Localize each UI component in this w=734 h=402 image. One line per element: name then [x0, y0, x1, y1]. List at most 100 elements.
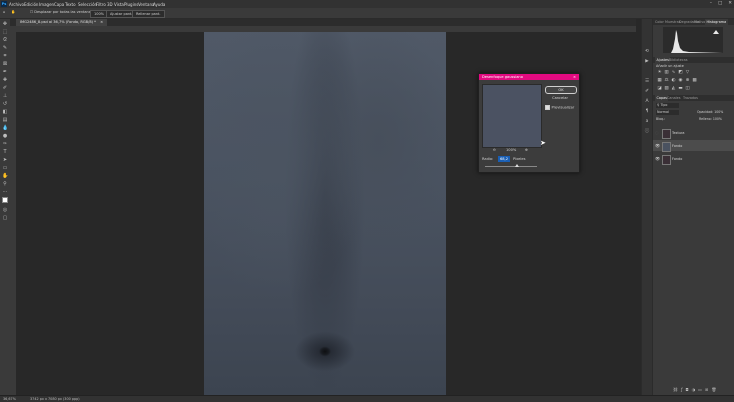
- menu-3d[interactable]: 3D: [107, 2, 113, 7]
- menu-texto[interactable]: Texto: [65, 2, 76, 7]
- actions-panel-icon[interactable]: ▶: [644, 59, 650, 65]
- hand-tool-icon[interactable]: ✋: [2, 173, 8, 179]
- menu-filtro[interactable]: Filtro: [96, 2, 106, 7]
- radius-slider-thumb[interactable]: [515, 164, 520, 167]
- photo-filter-icon[interactable]: ◉: [678, 78, 683, 83]
- cancel-button[interactable]: Cancelar: [545, 95, 575, 101]
- exposure-icon[interactable]: ◩: [678, 70, 683, 75]
- tab-canales[interactable]: Canales: [667, 95, 680, 101]
- paragraph-panel-icon[interactable]: ¶: [644, 109, 650, 115]
- close-window-icon[interactable]: ✕: [728, 1, 732, 7]
- menu-ventana[interactable]: Ventana: [138, 2, 154, 7]
- tab-color[interactable]: Color: [655, 19, 664, 25]
- character-panel-icon[interactable]: A: [644, 99, 650, 105]
- crop-tool-icon[interactable]: ⌗: [2, 53, 8, 59]
- color-lookup-icon[interactable]: ▩: [692, 78, 697, 83]
- menu-vista[interactable]: Vista: [114, 2, 124, 7]
- scroll-all-windows-checkbox[interactable]: ☐ Desplazar por todas las ventanas: [30, 10, 93, 14]
- group-icon[interactable]: ▭: [698, 387, 705, 392]
- gradient-map-icon[interactable]: ▬: [678, 86, 683, 91]
- hand-tool-icon[interactable]: ✋: [11, 10, 15, 14]
- zoom-tool-icon[interactable]: ⚲: [2, 181, 8, 187]
- maximize-icon[interactable]: □: [718, 1, 722, 7]
- marquee-tool-icon[interactable]: ⬚: [2, 29, 8, 35]
- layer-row[interactable]: 👁 Fondo: [653, 153, 734, 165]
- layer-filter-select[interactable]: ⚲ Tipo: [656, 103, 679, 108]
- type-tool-icon[interactable]: T: [2, 149, 8, 155]
- glyphs-panel-icon[interactable]: a: [644, 119, 650, 125]
- layer-visibility-icon[interactable]: 👁: [655, 156, 660, 161]
- trash-icon[interactable]: 🗑: [711, 387, 719, 392]
- ok-button[interactable]: OK: [545, 86, 577, 94]
- menu-ayuda[interactable]: Ayuda: [153, 2, 165, 7]
- document-image[interactable]: [204, 32, 446, 395]
- posterize-icon[interactable]: ▨: [664, 86, 669, 91]
- tab-bibliotecas[interactable]: Bibliotecas: [669, 57, 688, 63]
- curves-icon[interactable]: ∿: [671, 70, 676, 75]
- dodge-tool-icon[interactable]: ●: [2, 133, 8, 139]
- hue-saturation-icon[interactable]: ▦: [657, 78, 662, 83]
- selective-color-icon[interactable]: ◫: [685, 86, 690, 91]
- gradient-tool-icon[interactable]: ▤: [2, 117, 8, 123]
- home-icon[interactable]: ⌂: [3, 10, 5, 14]
- brush-tool-icon[interactable]: ✐: [2, 85, 8, 91]
- levels-icon[interactable]: ▥: [664, 70, 669, 75]
- zoom-out-icon[interactable]: ⊖: [493, 148, 496, 152]
- menu-plugins[interactable]: Plugins: [124, 2, 138, 7]
- tab-trazados[interactable]: Trazados: [683, 95, 698, 101]
- blend-mode-select[interactable]: Normal: [656, 110, 679, 115]
- screen-mode-icon[interactable]: ▢: [2, 215, 8, 221]
- layer-row[interactable]: ◌ Textura: [653, 127, 734, 139]
- eraser-tool-icon[interactable]: ◧: [2, 109, 8, 115]
- layer-opacity[interactable]: Opacidad: 100%: [697, 110, 723, 114]
- path-select-tool-icon[interactable]: ➤: [2, 157, 8, 163]
- eyedropper-tool-icon[interactable]: ✒: [2, 69, 8, 75]
- tab-histograma[interactable]: Histograma: [705, 19, 728, 25]
- layer-row[interactable]: 👁 Fondo: [653, 140, 734, 152]
- more-tools-icon[interactable]: ⋯: [2, 189, 8, 195]
- brush-panel-icon[interactable]: ✐: [644, 89, 650, 95]
- brightness-icon[interactable]: ☀: [657, 70, 662, 75]
- invert-icon[interactable]: ◪: [657, 86, 662, 91]
- menu-imagen[interactable]: Imagen: [39, 2, 54, 7]
- foreground-color-swatch[interactable]: [2, 197, 8, 203]
- properties-panel-icon[interactable]: ☰: [644, 79, 650, 85]
- fill-screen-button[interactable]: Rellenar pant.: [132, 9, 165, 18]
- history-brush-tool-icon[interactable]: ↺: [2, 101, 8, 107]
- vibrance-icon[interactable]: ▽: [685, 70, 690, 75]
- healing-brush-tool-icon[interactable]: ✚: [2, 77, 8, 83]
- black-white-icon[interactable]: ◐: [671, 78, 676, 83]
- layer-fill[interactable]: Relleno: 100%: [699, 117, 722, 121]
- status-zoom[interactable]: 36,67%: [3, 397, 16, 401]
- quick-select-tool-icon[interactable]: ✎: [2, 45, 8, 51]
- zoom-in-icon[interactable]: ⊕: [525, 148, 528, 152]
- radius-slider[interactable]: [485, 164, 537, 167]
- dialog-close-icon[interactable]: ×: [573, 74, 576, 80]
- menu-capa[interactable]: Capa: [54, 2, 64, 7]
- menu-edicion[interactable]: Edición: [24, 2, 38, 7]
- blur-preview[interactable]: [482, 84, 542, 148]
- preview-checkbox-box[interactable]: [545, 105, 550, 110]
- frame-tool-icon[interactable]: ⊠: [2, 61, 8, 67]
- lasso-tool-icon[interactable]: ᘓ: [2, 37, 8, 43]
- radius-input[interactable]: 68,2: [498, 156, 510, 162]
- info-panel-icon[interactable]: ⓘ: [644, 129, 650, 135]
- blur-tool-icon[interactable]: 💧: [2, 125, 8, 131]
- layer-visibility-icon[interactable]: 👁: [655, 143, 660, 148]
- close-tab-icon[interactable]: ×: [100, 20, 103, 24]
- document-tab[interactable]: IMG2486_8.psd al 36,7% (Fondo, RGB/8) * …: [16, 19, 108, 26]
- layer-visibility-icon[interactable]: ◌: [655, 130, 659, 135]
- pen-tool-icon[interactable]: ✑: [2, 141, 8, 147]
- rectangle-tool-icon[interactable]: ▭: [2, 165, 8, 171]
- channel-mixer-icon[interactable]: ⊕: [685, 78, 690, 83]
- menu-archivo[interactable]: Archivo: [9, 2, 24, 7]
- preview-checkbox[interactable]: Previsualizar: [545, 105, 574, 110]
- clone-stamp-tool-icon[interactable]: ⊥: [2, 93, 8, 99]
- link-layers-icon[interactable]: ⛓: [673, 387, 681, 392]
- threshold-icon[interactable]: ◭: [671, 86, 676, 91]
- menu-seleccion[interactable]: Selección: [78, 2, 97, 7]
- color-balance-icon[interactable]: ⚖: [664, 78, 669, 83]
- dialog-title-bar[interactable]: Desenfoque gaussiano ×: [479, 74, 579, 80]
- quick-mask-icon[interactable]: ◎: [2, 207, 8, 213]
- minimize-icon[interactable]: –: [710, 1, 712, 7]
